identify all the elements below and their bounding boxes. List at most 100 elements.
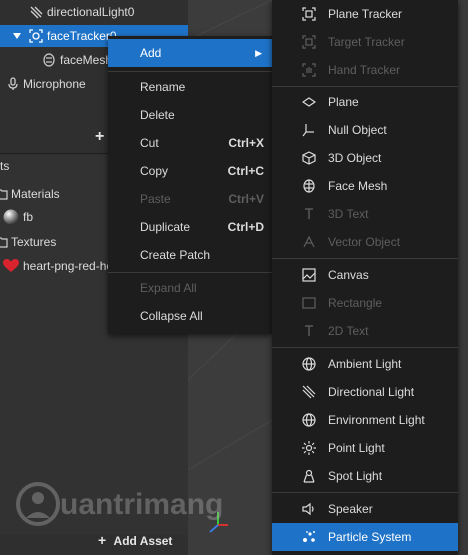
menu-separator xyxy=(272,347,458,348)
submenu-item-label: Rectangle xyxy=(328,296,383,310)
watermark-logo: uantrimang xyxy=(14,480,234,530)
submenu-item-3d-object[interactable]: 3D Object xyxy=(272,144,458,172)
vector-object-icon xyxy=(302,235,316,249)
asset-label: fb xyxy=(23,210,34,224)
submenu-item-label: Environment Light xyxy=(328,413,425,427)
submenu-item-point-light[interactable]: Point Light xyxy=(272,434,458,462)
menu-item-label: Rename xyxy=(140,80,186,94)
submenu-item-plane-tracker[interactable]: Plane Tracker xyxy=(272,0,458,28)
submenu-item-vector-object[interactable]: Vector Object xyxy=(272,228,458,256)
menu-item-cut[interactable]: Cut Ctrl+X xyxy=(108,129,272,157)
menu-separator xyxy=(108,272,272,273)
menu-item-label: Copy xyxy=(140,164,169,178)
menu-item-expand-all[interactable]: Expand All xyxy=(108,274,272,302)
menu-separator xyxy=(272,492,458,493)
submenu-item-label: Null Object xyxy=(328,123,387,137)
chevron-down-icon[interactable] xyxy=(13,33,21,39)
hand-tracker-icon xyxy=(302,63,316,77)
heart-texture-icon xyxy=(3,259,19,273)
submenu-item-speaker[interactable]: Speaker xyxy=(272,495,458,523)
menu-item-label: Add xyxy=(140,46,162,60)
add-asset-button[interactable]: + Add Asset xyxy=(98,530,172,550)
assets-header: ts xyxy=(0,159,10,173)
add-submenu: Plane Tracker Target Tracker Hand Tracke… xyxy=(272,0,458,555)
cube-icon xyxy=(302,151,316,165)
menu-item-create-patch[interactable]: Create Patch xyxy=(108,241,272,269)
text-icon xyxy=(302,207,316,221)
asset-label: heart-png-red-he xyxy=(23,259,114,273)
ambient-light-icon xyxy=(302,357,316,371)
submenu-item-label: Vector Object xyxy=(328,235,401,249)
submenu-item-null-object[interactable]: Null Object xyxy=(272,116,458,144)
submenu-item-label: Particle System xyxy=(328,530,412,544)
menu-item-label: Create Patch xyxy=(140,248,211,262)
menu-shortcut: Ctrl+V xyxy=(228,192,264,206)
submenu-item-label: 3D Object xyxy=(328,151,382,165)
target-tracker-icon xyxy=(302,35,316,49)
scene-item-label: Microphone xyxy=(23,77,86,91)
submenu-item-label: 3D Text xyxy=(328,207,369,221)
submenu-item-face-mesh[interactable]: Face Mesh xyxy=(272,172,458,200)
submenu-item-label: Plane Tracker xyxy=(328,7,403,21)
folder-icon xyxy=(0,187,8,200)
menu-separator xyxy=(108,71,272,72)
submenu-item-rectangle[interactable]: Rectangle xyxy=(272,289,458,317)
menu-item-collapse-all[interactable]: Collapse All xyxy=(108,302,272,330)
submenu-item-label: Plane xyxy=(328,95,359,109)
submenu-item-label: Spot Light xyxy=(328,469,383,483)
submenu-item-label: Directional Light xyxy=(328,385,415,399)
watermark-text: uantrimang xyxy=(60,488,224,521)
menu-shortcut: Ctrl+C xyxy=(227,164,264,178)
submenu-item-directional-light[interactable]: Directional Light xyxy=(272,378,458,406)
add-asset-label: Add Asset xyxy=(113,534,173,548)
menu-separator xyxy=(272,86,458,87)
submenu-item-hand-tracker[interactable]: Hand Tracker xyxy=(272,56,458,84)
submenu-item-2d-text[interactable]: 2D Text xyxy=(272,317,458,345)
submenu-item-canvas[interactable]: Canvas xyxy=(272,261,458,289)
menu-item-duplicate[interactable]: Duplicate Ctrl+D xyxy=(108,213,272,241)
spot-light-icon xyxy=(302,469,316,483)
scene-item-label: directionalLight0 xyxy=(47,5,135,19)
plane-icon xyxy=(302,95,316,109)
submenu-item-plane[interactable]: Plane xyxy=(272,88,458,116)
menu-item-label: Cut xyxy=(140,136,159,150)
scene-item-label: faceMesh xyxy=(60,53,113,67)
menu-item-paste[interactable]: Paste Ctrl+V xyxy=(108,185,272,213)
submenu-item-label: Canvas xyxy=(328,268,369,282)
scene-item-directionallight[interactable]: directionalLight0 xyxy=(0,1,188,23)
submenu-item-environment-light[interactable]: Environment Light xyxy=(272,406,458,434)
submenu-item-label: Hand Tracker xyxy=(328,63,401,77)
canvas-icon xyxy=(302,268,316,282)
submenu-item-target-tracker[interactable]: Target Tracker xyxy=(272,28,458,56)
directional-light-icon xyxy=(29,5,43,19)
microphone-icon xyxy=(6,77,20,91)
menu-item-label: Collapse All xyxy=(140,309,203,323)
submenu-item-particle-system[interactable]: Particle System xyxy=(272,523,458,551)
point-light-icon xyxy=(302,441,316,455)
submenu-item-label: Target Tracker xyxy=(328,35,405,49)
face-mesh-icon xyxy=(302,179,316,193)
menu-item-rename[interactable]: Rename xyxy=(108,73,272,101)
submenu-item-ambient-light[interactable]: Ambient Light xyxy=(272,350,458,378)
folder-icon xyxy=(0,235,8,248)
menu-item-copy[interactable]: Copy Ctrl+C xyxy=(108,157,272,185)
particle-system-icon xyxy=(302,530,316,544)
environment-light-icon xyxy=(302,413,316,427)
submenu-item-label: 2D Text xyxy=(328,324,369,338)
menu-item-label: Expand All xyxy=(140,281,197,295)
scene-item-label: faceTracker0 xyxy=(47,29,117,43)
plane-tracker-icon xyxy=(302,7,316,21)
plus-icon: + xyxy=(98,532,107,548)
menu-item-label: Delete xyxy=(140,108,175,122)
menu-item-label: Duplicate xyxy=(140,220,191,234)
submenu-item-label: Ambient Light xyxy=(328,357,402,371)
menu-item-label: Paste xyxy=(140,192,171,206)
submenu-item-spot-light[interactable]: Spot Light xyxy=(272,462,458,490)
menu-item-delete[interactable]: Delete xyxy=(108,101,272,129)
add-scene-object-button[interactable]: + xyxy=(95,128,104,146)
rectangle-icon xyxy=(302,296,316,310)
submenu-item-3d-text[interactable]: 3D Text xyxy=(272,200,458,228)
submenu-item-label: Face Mesh xyxy=(328,179,388,193)
submenu-item-label: Speaker xyxy=(328,502,373,516)
menu-item-add[interactable]: Add ▶ xyxy=(108,39,272,67)
